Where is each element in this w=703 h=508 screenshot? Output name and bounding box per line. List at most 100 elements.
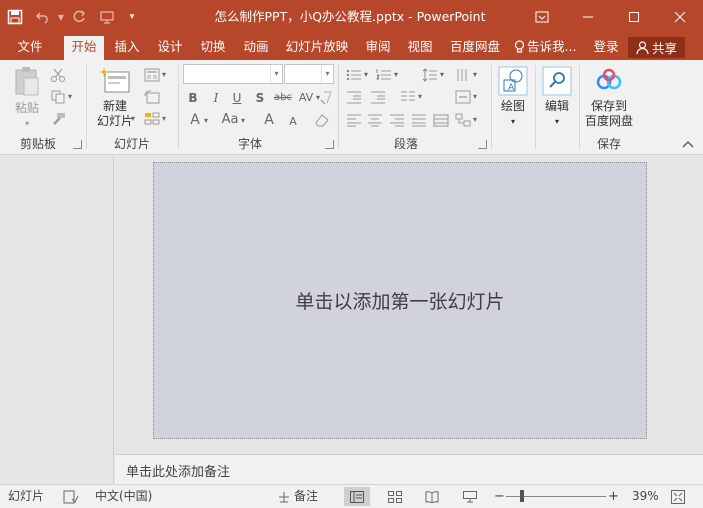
customize-qat-icon[interactable]: ▾ <box>122 0 142 34</box>
text-direction-icon[interactable] <box>455 68 471 82</box>
copy-dropdown-icon[interactable]: ▾ <box>68 90 74 104</box>
tab-slideshow[interactable]: 幻灯片放映 <box>282 34 352 60</box>
align-left-icon[interactable] <box>346 113 362 127</box>
reading-view-icon[interactable] <box>419 487 445 506</box>
tab-home[interactable]: 开始 <box>64 36 104 60</box>
slide-indicator[interactable]: 幻灯片 <box>8 485 44 508</box>
tab-transitions[interactable]: 切换 <box>195 34 231 60</box>
tab-file[interactable]: 文件 <box>10 34 50 60</box>
zoom-out-button[interactable]: − <box>494 485 505 508</box>
start-presentation-icon[interactable] <box>92 0 122 34</box>
tab-view[interactable]: 视图 <box>402 34 438 60</box>
underline-button[interactable]: U <box>230 90 244 106</box>
tell-me-search[interactable]: 告诉我... <box>514 34 584 60</box>
font-name-combobox[interactable]: ▾ <box>183 64 283 84</box>
font-size-dropdown-icon[interactable]: ▾ <box>321 65 333 83</box>
tab-review[interactable]: 审阅 <box>360 34 396 60</box>
maximize-icon[interactable] <box>611 0 657 34</box>
spell-check-icon[interactable] <box>63 485 79 508</box>
clipboard-launcher-icon[interactable] <box>73 140 82 149</box>
zoom-in-button[interactable]: + <box>608 485 619 508</box>
grow-font-button[interactable]: A <box>262 112 276 128</box>
slideshow-view-icon[interactable] <box>457 487 483 506</box>
align-text-dropdown-icon[interactable]: ▾ <box>473 90 479 104</box>
redo-icon[interactable] <box>66 0 92 34</box>
numbering-dropdown-icon[interactable]: ▾ <box>394 68 400 82</box>
normal-view-icon[interactable] <box>344 487 370 506</box>
text-shadow-button[interactable]: S <box>253 90 267 106</box>
reset-slide-icon[interactable] <box>144 90 160 104</box>
align-right-icon[interactable] <box>389 113 405 127</box>
add-first-slide-placeholder[interactable]: 单击以添加第一张幻灯片 <box>154 163 646 438</box>
slide-layout-icon[interactable] <box>144 68 160 82</box>
smartart-dropdown-icon[interactable]: ▾ <box>473 113 479 127</box>
italic-button[interactable]: I <box>209 90 223 106</box>
new-slide-dropdown-icon[interactable]: ▾ <box>131 112 137 126</box>
zoom-slider-thumb[interactable] <box>520 490 525 502</box>
cut-icon[interactable] <box>50 68 66 82</box>
minimize-icon[interactable] <box>565 0 611 34</box>
undo-icon[interactable] <box>30 0 56 34</box>
eraser-icon[interactable] <box>314 113 330 127</box>
columns-dropdown-icon[interactable]: ▾ <box>418 90 424 104</box>
notes-pane[interactable]: 单击此处添加备注 <box>115 454 703 484</box>
slide-sorter-view-icon[interactable] <box>382 487 408 506</box>
save-to-baidu-button[interactable]: 保存到 百度网盘 <box>583 66 635 129</box>
notes-toggle-button[interactable]: 备注 <box>278 485 318 508</box>
font-name-dropdown-icon[interactable]: ▾ <box>270 65 282 83</box>
ribbon-display-options-icon[interactable] <box>519 0 565 34</box>
paragraph-launcher-icon[interactable] <box>478 140 487 149</box>
character-spacing-button[interactable]: AV <box>297 90 315 106</box>
save-group-label: 保存 <box>596 137 621 151</box>
smartart-convert-icon[interactable] <box>455 113 471 127</box>
section-icon[interactable] <box>144 112 160 126</box>
sign-in-link[interactable]: 登录 <box>590 34 622 60</box>
tab-insert[interactable]: 插入 <box>109 34 145 60</box>
font-launcher-icon[interactable] <box>325 140 334 149</box>
slide-thumbnails-pane[interactable] <box>0 156 114 484</box>
font-color-button[interactable]: A <box>188 112 202 128</box>
align-center-icon[interactable] <box>367 113 383 127</box>
save-icon[interactable] <box>0 0 30 34</box>
line-spacing-icon[interactable] <box>422 68 438 82</box>
clear-formatting-icon[interactable] <box>318 91 334 105</box>
decrease-indent-icon[interactable] <box>346 90 362 104</box>
bullets-dropdown-icon[interactable]: ▾ <box>364 68 370 82</box>
align-text-icon[interactable] <box>455 90 471 104</box>
change-case-button[interactable]: Aa <box>220 112 240 128</box>
layout-dropdown-icon[interactable]: ▾ <box>162 68 168 82</box>
tab-animations[interactable]: 动画 <box>238 34 274 60</box>
notes-placeholder[interactable]: 单击此处添加备注 <box>126 461 230 480</box>
undo-dropdown-icon[interactable]: ▼ <box>56 0 66 34</box>
collapse-ribbon-icon[interactable] <box>680 139 696 153</box>
share-button[interactable]: 共享 <box>628 37 685 58</box>
format-painter-icon[interactable] <box>50 112 66 126</box>
increase-indent-icon[interactable] <box>370 90 386 104</box>
copy-icon[interactable] <box>50 90 66 104</box>
numbering-icon[interactable] <box>376 68 392 82</box>
language-indicator[interactable]: 中文(中国) <box>95 485 152 508</box>
columns-icon[interactable] <box>400 90 416 104</box>
drawing-button[interactable]: A 绘图 ▾ <box>496 66 530 129</box>
strikethrough-button[interactable]: abc <box>272 90 294 106</box>
fit-to-window-icon[interactable] <box>671 485 685 508</box>
font-color-dropdown-icon[interactable]: ▾ <box>204 114 210 128</box>
justify-icon[interactable] <box>411 113 427 127</box>
section-dropdown-icon[interactable]: ▾ <box>162 112 168 126</box>
text-direction-dropdown-icon[interactable]: ▾ <box>473 68 479 82</box>
line-spacing-dropdown-icon[interactable]: ▾ <box>440 68 446 82</box>
bullets-icon[interactable] <box>346 68 362 82</box>
bold-button[interactable]: B <box>186 90 200 106</box>
font-size-combobox[interactable]: ▾ <box>284 64 334 84</box>
slide-canvas[interactable]: 单击以添加第一张幻灯片 <box>153 162 647 439</box>
shrink-font-button[interactable]: A <box>287 114 299 130</box>
distributed-icon[interactable] <box>433 113 449 127</box>
editing-button[interactable]: 编辑 ▾ <box>540 66 574 129</box>
ribbon-divider <box>579 65 580 149</box>
tab-baidu-netdisk[interactable]: 百度网盘 <box>446 34 504 60</box>
zoom-level[interactable]: 39% <box>632 485 659 508</box>
change-case-dropdown-icon[interactable]: ▾ <box>241 114 247 128</box>
close-icon[interactable] <box>657 0 703 34</box>
paste-button[interactable]: 粘贴 ▾ <box>10 66 44 131</box>
tab-design[interactable]: 设计 <box>152 34 188 60</box>
